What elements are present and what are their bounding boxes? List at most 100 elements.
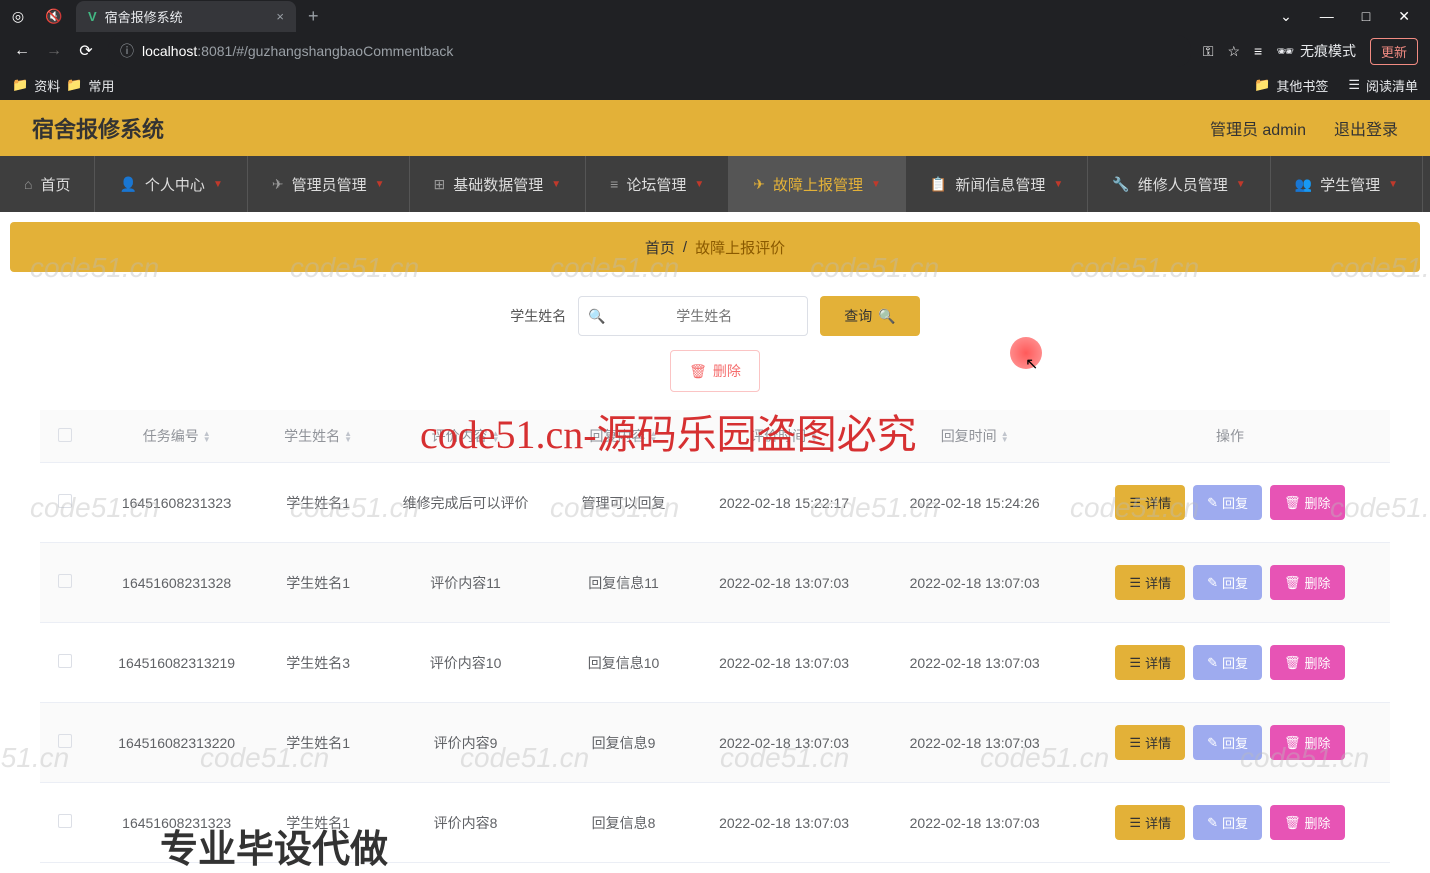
delete-button[interactable]: 🗑 删除 <box>1270 805 1345 840</box>
reply-button[interactable]: ✎ 回复 <box>1193 565 1262 600</box>
app-title: 宿舍报修系统 <box>32 112 164 144</box>
chevron-down-icon: ▼ <box>1053 179 1063 190</box>
column-header[interactable]: 评价时间▲▼ <box>689 410 880 463</box>
edit-icon: ✎ <box>1207 575 1218 591</box>
edit-icon: ✎ <box>1207 735 1218 751</box>
chevron-down-icon: ▼ <box>375 179 385 190</box>
vue-icon: V <box>88 9 97 24</box>
incognito-badge: 🕶 无痕模式 <box>1276 41 1356 61</box>
url-bar[interactable]: ⓘ localhost:8081/#/guzhangshangbaoCommen… <box>108 35 1191 67</box>
delete-button[interactable]: 🗑 删除 <box>1270 565 1345 600</box>
update-button[interactable]: 更新 <box>1370 38 1418 65</box>
close-icon[interactable]: × <box>276 9 284 24</box>
list-icon: ☰ <box>1129 655 1141 671</box>
detail-button[interactable]: ☰ 详情 <box>1115 805 1185 840</box>
watermark: 专业毕设代做 <box>160 818 388 873</box>
cell-rtime: 2022-02-18 13:07:03 <box>879 703 1070 783</box>
detail-button[interactable]: ☰ 详情 <box>1115 725 1185 760</box>
maximize-icon[interactable]: □ <box>1362 8 1370 25</box>
row-checkbox[interactable] <box>58 574 72 588</box>
sort-icon[interactable]: ▲▼ <box>810 431 818 443</box>
table-row: 164516082313219 学生姓名3 评价内容10 回复信息10 2022… <box>40 623 1390 703</box>
query-button[interactable]: 查询 🔍 <box>820 296 919 336</box>
nav-item[interactable]: 🔧维修人员管理▼ <box>1088 156 1270 212</box>
reply-button[interactable]: ✎ 回复 <box>1193 485 1262 520</box>
chevron-down-icon: ▼ <box>871 179 881 190</box>
sort-icon[interactable]: ▲▼ <box>492 431 500 443</box>
edit-icon: ✎ <box>1207 495 1218 511</box>
nav-item[interactable]: ✈故障上报管理▼ <box>729 156 906 212</box>
bookmark-folder[interactable]: 📁常用 <box>66 76 114 95</box>
star-icon[interactable]: ☆ <box>1227 43 1240 60</box>
minimize-icon[interactable]: — <box>1320 8 1334 25</box>
main-nav: ⌂首页👤个人中心▼✈管理员管理▼⊞基础数据管理▼≡论坛管理▼✈故障上报管理▼📋新… <box>0 156 1430 212</box>
other-bookmarks[interactable]: 📁其他书签 <box>1254 76 1328 95</box>
column-header[interactable]: 回复内容▲▼ <box>558 410 689 463</box>
trash-icon: 🗑 <box>1284 655 1301 671</box>
cell-id: 164516082313220 <box>90 703 263 783</box>
cell-etime: 2022-02-18 13:07:03 <box>689 543 880 623</box>
sort-icon[interactable]: ▲▼ <box>650 431 658 443</box>
nav-item[interactable]: ⌂首页 <box>0 156 95 212</box>
cell-name: 学生姓名1 <box>263 703 373 783</box>
row-checkbox[interactable] <box>58 734 72 748</box>
chevron-down-icon[interactable]: ⌄ <box>1280 8 1292 25</box>
nav-item[interactable]: ✈管理员管理▼ <box>248 156 410 212</box>
reload-button[interactable]: ⟳ <box>76 41 96 61</box>
bookmark-folder[interactable]: 📁资料 <box>12 76 60 95</box>
edit-icon: ✎ <box>1207 655 1218 671</box>
select-all-checkbox[interactable] <box>58 428 72 442</box>
row-checkbox[interactable] <box>58 494 72 508</box>
extension-icon[interactable]: ≡ <box>1254 43 1262 59</box>
cell-rtime: 2022-02-18 13:07:03 <box>879 543 1070 623</box>
nav-item[interactable]: ≡论坛管理▼ <box>586 156 729 212</box>
forward-button: → <box>44 42 64 60</box>
detail-button[interactable]: ☰ 详情 <box>1115 645 1185 680</box>
cell-id: 1645160823132З <box>90 463 263 543</box>
window-close-icon[interactable]: ✕ <box>1398 8 1410 25</box>
breadcrumb: 首页 / 故障上报评价 <box>10 222 1420 272</box>
menu-icon: ⌂ <box>24 176 32 192</box>
nav-item[interactable]: 📋新闻信息管理▼ <box>906 156 1088 212</box>
reading-list[interactable]: ☰ 阅读清单 <box>1348 76 1418 95</box>
nav-item[interactable]: ⊞基础数据管理▼ <box>410 156 587 212</box>
column-header[interactable]: 回复时间▲▼ <box>879 410 1070 463</box>
logout-link[interactable]: 退出登录 <box>1334 116 1398 140</box>
cell-id: 16451608231328 <box>90 543 263 623</box>
key-icon[interactable]: ⚿ <box>1203 43 1214 60</box>
column-header[interactable]: 评价内容▲▼ <box>373 410 558 463</box>
browser-tab[interactable]: V 宿舍报修系统 × <box>76 1 296 32</box>
delete-button[interactable]: 🗑 删除 <box>1270 485 1345 520</box>
reply-button[interactable]: ✎ 回复 <box>1193 725 1262 760</box>
reply-button[interactable]: ✎ 回复 <box>1193 805 1262 840</box>
delete-button[interactable]: 🗑 删除 <box>1270 645 1345 680</box>
batch-delete-button[interactable]: 🗑 删除 <box>670 350 760 392</box>
detail-button[interactable]: ☰ 详情 <box>1115 485 1185 520</box>
menu-icon: 🔧 <box>1112 176 1129 193</box>
nav-item[interactable]: 👥学生管理▼ <box>1271 156 1423 212</box>
new-tab-button[interactable]: + <box>308 6 319 27</box>
sort-icon[interactable]: ▲▼ <box>203 431 211 443</box>
detail-button[interactable]: ☰ 详情 <box>1115 565 1185 600</box>
breadcrumb-current: 故障上报评价 <box>695 237 785 258</box>
list-icon: ☰ <box>1129 735 1141 751</box>
cell-eval: 评价内容8 <box>373 783 558 863</box>
reply-button[interactable]: ✎ 回复 <box>1193 645 1262 680</box>
cell-reply: 回复信息10 <box>558 623 689 703</box>
delete-button[interactable]: 🗑 删除 <box>1270 725 1345 760</box>
row-checkbox[interactable] <box>58 814 72 828</box>
back-button[interactable]: ← <box>12 42 32 60</box>
nav-item[interactable]: 👤个人中心▼ <box>95 156 247 212</box>
menu-icon: 👤 <box>119 176 136 193</box>
cell-etime: 2022-02-18 13:07:03 <box>689 623 880 703</box>
breadcrumb-home[interactable]: 首页 <box>645 237 675 258</box>
column-header[interactable]: 任务编号▲▼ <box>90 410 263 463</box>
sort-icon[interactable]: ▲▼ <box>344 431 352 443</box>
column-header[interactable]: 操作 <box>1070 410 1390 463</box>
column-header[interactable]: 学生姓名▲▼ <box>263 410 373 463</box>
cell-name: 学生姓名1 <box>263 543 373 623</box>
student-name-input[interactable] <box>578 296 808 336</box>
row-checkbox[interactable] <box>58 654 72 668</box>
menu-icon: ≡ <box>610 176 618 192</box>
sort-icon[interactable]: ▲▼ <box>1001 431 1009 443</box>
